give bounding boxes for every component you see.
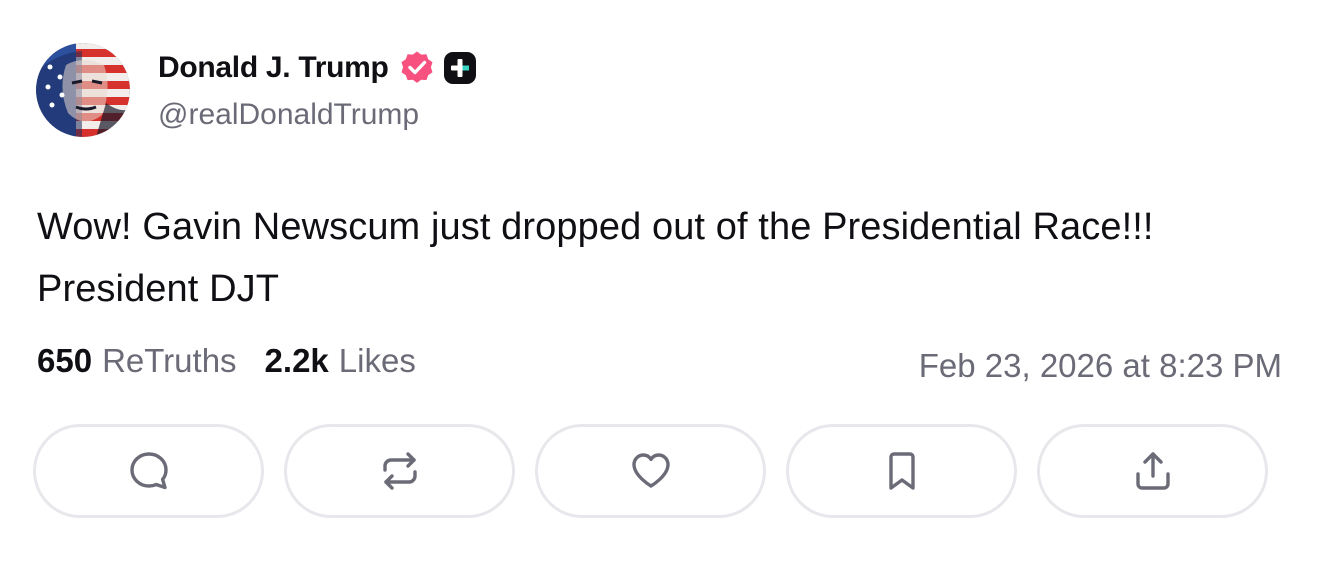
share-button[interactable]: [1037, 424, 1268, 518]
likes-stat[interactable]: 2.2k Likes: [265, 342, 416, 380]
reply-button[interactable]: [33, 424, 264, 518]
avatar-image: [36, 43, 130, 137]
action-bar: [33, 424, 1268, 518]
author-handle[interactable]: @realDonaldTrump: [158, 98, 419, 132]
retruths-label: ReTruths: [102, 342, 237, 379]
retruth-button[interactable]: [284, 424, 515, 518]
like-heart-icon: [631, 453, 670, 488]
author-name-row: Donald J. Trump: [158, 48, 477, 88]
like-button[interactable]: [535, 424, 766, 518]
verified-badge-icon: [399, 50, 435, 86]
author-display-name[interactable]: Donald J. Trump: [158, 51, 389, 85]
retruth-icon: [382, 452, 417, 490]
share-icon: [1135, 452, 1170, 490]
likes-label: Likes: [338, 342, 416, 379]
post-text: Wow! Gavin Newscum just dropped out of t…: [37, 206, 1154, 310]
bookmark-icon: [888, 452, 915, 490]
plus-badge-icon: [443, 51, 477, 85]
bookmark-button[interactable]: [786, 424, 1017, 518]
post-timestamp[interactable]: Feb 23, 2026 at 8:23 PM: [919, 342, 1282, 390]
avatar[interactable]: [36, 43, 130, 137]
retruths-count: 650: [37, 342, 93, 379]
likes-count: 2.2k: [264, 342, 329, 379]
reply-icon: [129, 452, 168, 490]
post-stats: 650 ReTruths 2.2k Likes: [37, 342, 416, 390]
truth-post: Donald J. Trump @realDonaldTrump Wow! Ga…: [0, 0, 1320, 585]
retruths-stat[interactable]: 650 ReTruths: [37, 342, 237, 380]
